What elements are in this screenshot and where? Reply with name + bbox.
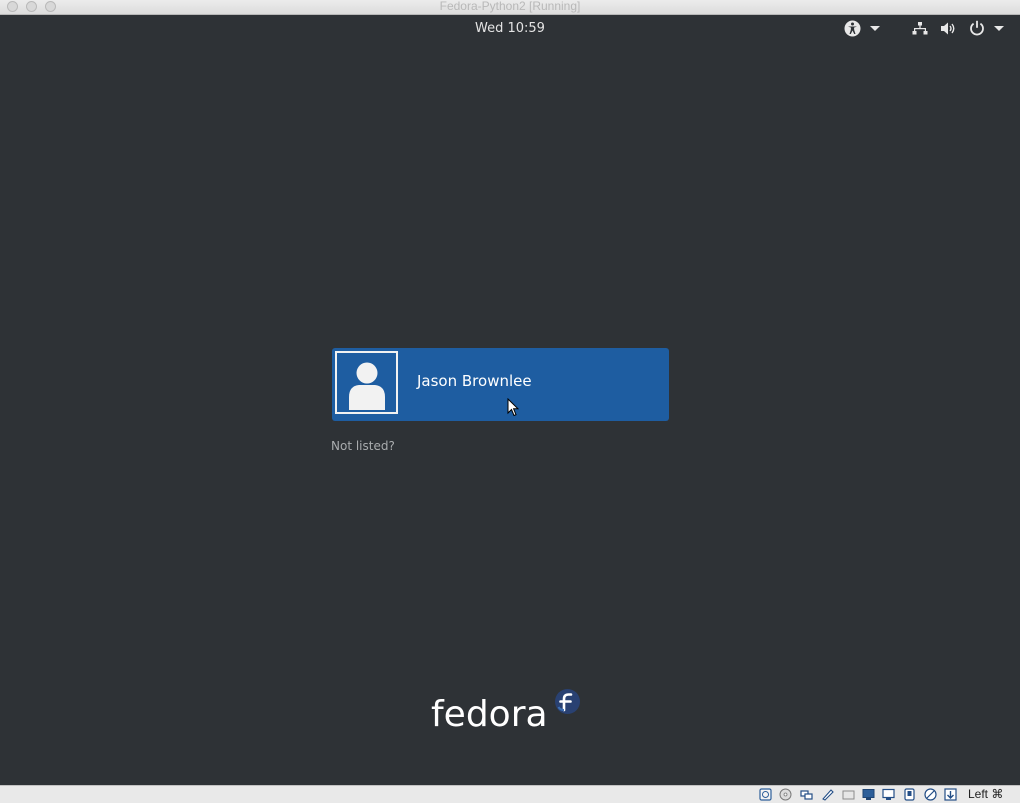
network-adapter-icon[interactable] xyxy=(862,788,875,801)
display-icon[interactable] xyxy=(842,788,855,801)
usb-icon[interactable] xyxy=(800,788,813,801)
shared-folder-icon[interactable] xyxy=(821,788,834,801)
hard-disk-icon[interactable] xyxy=(759,788,772,801)
host-key-label[interactable]: Left ⌘ xyxy=(968,787,1003,801)
volume-status[interactable] xyxy=(940,20,958,38)
volume-icon xyxy=(941,22,955,35)
accessibility-menu[interactable] xyxy=(844,20,884,38)
user-list-item[interactable]: Jason Brownlee xyxy=(332,348,669,421)
vm-window: Fedora-Python2 [Running] Wed 10:59 Jason… xyxy=(0,0,1020,803)
fedora-wordmark: fedora xyxy=(431,694,548,735)
accessibility-icon xyxy=(844,20,861,37)
power-menu[interactable] xyxy=(969,20,1009,38)
not-listed-link[interactable]: Not listed? xyxy=(331,439,395,453)
chevron-down-icon xyxy=(870,26,880,31)
avatar xyxy=(335,351,398,414)
mouse-pointer-icon xyxy=(507,398,519,417)
network-status[interactable] xyxy=(912,20,930,38)
recording-icon[interactable] xyxy=(882,788,895,801)
fedora-logo: fedora xyxy=(430,688,590,748)
cpu-icon[interactable] xyxy=(924,788,937,801)
video-capture-icon[interactable] xyxy=(903,788,916,801)
mouse-integration-icon[interactable] xyxy=(944,788,957,801)
window-titlebar[interactable]: Fedora-Python2 [Running] xyxy=(0,0,1020,15)
user-name-label: Jason Brownlee xyxy=(417,372,532,390)
optical-drive-icon[interactable] xyxy=(779,788,792,801)
chevron-down-icon xyxy=(994,26,1004,31)
network-icon xyxy=(912,22,928,35)
vm-status-bar: Left ⌘ xyxy=(0,785,1020,803)
window-title: Fedora-Python2 [Running] xyxy=(439,0,581,13)
power-icon xyxy=(970,20,984,36)
fedora-infinity-icon xyxy=(555,689,580,714)
user-avatar-icon xyxy=(349,362,385,410)
